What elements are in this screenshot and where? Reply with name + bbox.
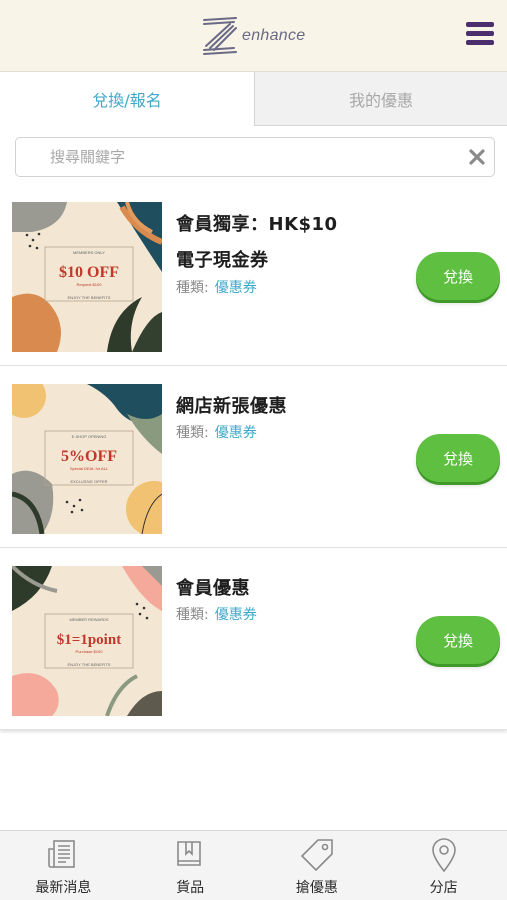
location-pin-icon [431, 838, 456, 873]
tab-redeem-register[interactable]: 兌換/報名 [0, 72, 254, 126]
tab-bar: 兌換/報名 我的優惠 [0, 72, 507, 126]
nav-label-deals: 搶優惠 [295, 880, 338, 896]
coupon-image: MEMBERS ONLY $10 OFF Request $100 ENJOY … [12, 202, 162, 352]
bottom-navigation: 最新消息 貨品 搶優惠 分店 [0, 830, 507, 900]
category-label: 種類: [176, 425, 209, 441]
hamburger-menu-icon[interactable] [466, 22, 494, 48]
coupon-image: E-SHOP OPENING 5%OFF Special DEAL for AL… [12, 384, 162, 534]
tag-icon [300, 839, 333, 872]
category-value[interactable]: 優惠券 [215, 425, 257, 441]
category-value[interactable]: 優惠券 [215, 607, 257, 623]
category-label: 種類: [176, 280, 209, 296]
redeem-button[interactable]: 兌換 [416, 252, 500, 300]
coupon-image-bottom-text: ENJOY THE BENEFITS [68, 662, 111, 667]
search-input[interactable] [50, 138, 450, 176]
nav-item-products[interactable]: 貨品 [127, 831, 254, 900]
coupon-category: 種類: 優惠券 [176, 422, 257, 442]
clear-icon[interactable] [468, 148, 486, 166]
coupon-item[interactable]: MEMBERS ONLY $10 OFF Request $100 ENJOY … [0, 185, 507, 366]
category-value[interactable]: 優惠券 [215, 280, 257, 296]
category-label: 種類: [176, 607, 209, 623]
coupon-title: 會員優惠 [176, 578, 250, 599]
nav-label-branches: 分店 [429, 880, 458, 896]
coupon-image-main-text: $10 OFF [59, 264, 119, 281]
search-box [15, 137, 495, 177]
book-icon [177, 841, 201, 866]
coupon-category: 種類: 優惠券 [176, 604, 257, 624]
coupon-image-top-text: MEMBER REWARDS [70, 617, 109, 622]
coupon-item[interactable]: E-SHOP OPENING 5%OFF Special DEAL for AL… [0, 367, 507, 548]
coupon-image-bottom-text: EXCLUSIVE OFFER [70, 479, 107, 484]
enhance-logo[interactable]: enhance [200, 12, 320, 60]
coupon-image-sub-text: Purchase $100 [76, 649, 104, 654]
nav-item-branches[interactable]: 分店 [380, 831, 507, 900]
tab-my-offers[interactable]: 我的優惠 [254, 72, 507, 126]
coupon-image-main-text: $1=1point [57, 632, 121, 648]
nav-item-deals[interactable]: 搶優惠 [254, 831, 381, 900]
coupon-title-line2: 電子現金券 [176, 250, 269, 271]
coupon-category: 種類: 優惠券 [176, 277, 257, 297]
coupon-image-main-text: 5%OFF [61, 448, 117, 465]
logo-mark-icon [203, 17, 237, 55]
nav-item-news[interactable]: 最新消息 [0, 831, 127, 900]
redeem-button[interactable]: 兌換 [416, 434, 500, 482]
coupon-title: 網店新張優惠 [176, 396, 287, 417]
newspaper-icon [48, 840, 76, 868]
coupon-image-top-text: E-SHOP OPENING [72, 434, 107, 439]
app-header: enhance [0, 0, 507, 72]
nav-label-news: 最新消息 [35, 880, 92, 896]
coupon-image-bottom-text: ENJOY THE BENEFITS [68, 295, 111, 300]
coupon-image-sub-text: Request $100 [77, 282, 103, 287]
coupon-title: 會員獨享：HK$10 [176, 214, 338, 235]
redeem-button[interactable]: 兌換 [416, 616, 500, 664]
coupon-image: MEMBER REWARDS $1=1point Purchase $100 E… [12, 566, 162, 716]
nav-label-products: 貨品 [176, 880, 205, 896]
coupon-image-sub-text: Special DEAL for ALL [70, 466, 109, 471]
logo-text: enhance [242, 27, 306, 44]
coupon-item[interactable]: MEMBER REWARDS $1=1point Purchase $100 E… [0, 549, 507, 730]
coupon-image-top-text: MEMBERS ONLY [73, 250, 105, 255]
